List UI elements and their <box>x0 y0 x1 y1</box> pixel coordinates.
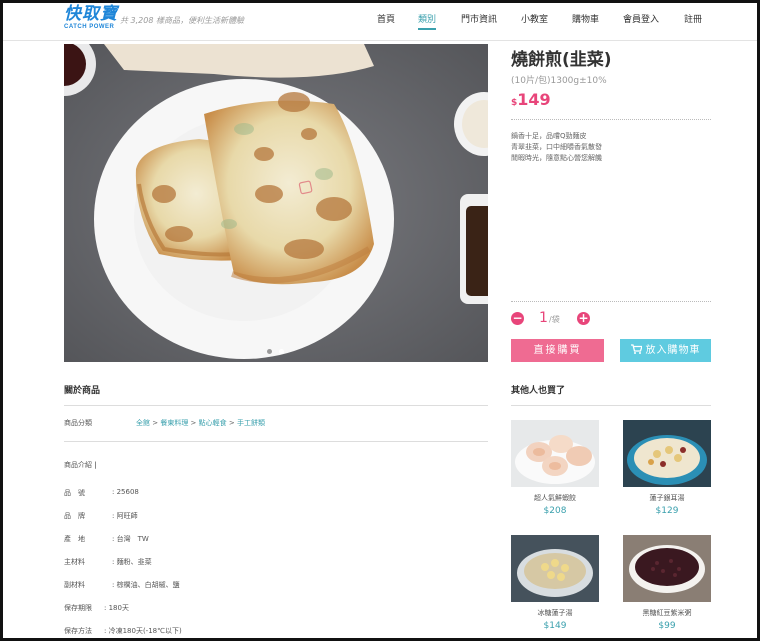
site-logo[interactable]: 快取寶 CATCH POWER <box>64 4 118 31</box>
product-card-price: $99 <box>658 621 676 631</box>
product-card-image[interactable] <box>511 420 599 487</box>
nav-category[interactable]: 類別 <box>418 12 437 30</box>
description-line: 鍋香十足，品嚐Q勁麵皮 <box>511 132 587 140</box>
spec-label: 品 牌 <box>64 512 85 520</box>
product-card-price: $208 <box>543 506 567 516</box>
product-name: 燒餅煎(韭菜) <box>511 50 612 70</box>
spec-label: 產 地 <box>64 535 85 543</box>
spec-value: : 台灣 TW <box>112 535 149 543</box>
category-divider <box>64 441 488 442</box>
minus-icon[interactable]: − <box>511 312 524 325</box>
spec-value: : 棕櫚油、白胡椒、鹽 <box>112 581 180 589</box>
product-price: $149 <box>511 90 551 109</box>
logo-subtext: CATCH POWER <box>64 24 115 30</box>
product-card-name[interactable]: 冰糖蓮子湯 <box>511 608 599 618</box>
add-to-cart-button[interactable]: 放入購物車 <box>620 339 711 362</box>
breadcrumb-item[interactable]: 全館 <box>136 419 150 427</box>
nav-stores[interactable]: 門市資訊 <box>461 12 497 25</box>
product-card-image[interactable] <box>623 535 711 602</box>
breadcrumb-item[interactable]: 手工餅類 <box>237 419 265 427</box>
product-card-name[interactable]: 超人氣鮮蝦餃 <box>511 493 599 503</box>
spec-label: 主材料 <box>64 558 85 566</box>
spec-value: : 麵粉、韭菜 <box>112 558 152 566</box>
product-card-name[interactable]: 蓮子銀耳湯 <box>623 493 711 503</box>
plus-icon[interactable]: + <box>577 312 590 325</box>
carousel-dot-1[interactable] <box>267 349 272 354</box>
nav-cart[interactable]: 購物車 <box>572 12 599 25</box>
quantity-unit: /袋 <box>549 315 560 324</box>
nav-classroom[interactable]: 小教室 <box>521 12 548 25</box>
nav-home[interactable]: 首頁 <box>377 12 395 25</box>
description-line: 青翠韭菜，口中細嚼香氣散發 <box>511 143 602 151</box>
intro-label: 商品介紹 | <box>64 461 97 469</box>
description-line: 閒暇時光，隨意點心營您解饑 <box>511 154 602 162</box>
buy-now-button[interactable]: 直接購買 <box>511 339 604 362</box>
site-tagline: 共 3,208 樣商品，便利生活新體驗 <box>120 16 244 25</box>
spec-value: : 180天 <box>104 604 129 612</box>
product-photo <box>64 44 488 362</box>
cart-icon <box>630 344 643 354</box>
spec-label: 副材料 <box>64 581 85 589</box>
product-description: 鍋香十足，品嚐Q勁麵皮 青翠韭菜，口中細嚼香氣散發 閒暇時光，隨意點心營您解饑 <box>511 131 602 164</box>
also-bought-divider <box>511 405 711 406</box>
breadcrumb: 全館 > 餐東料理 > 點心輕食 > 手工餅類 <box>136 419 265 427</box>
spec-label: 保存期限 <box>64 604 92 612</box>
quantity-value[interactable]: 1 <box>539 310 548 326</box>
price-amount: 149 <box>517 90 551 109</box>
product-spec: (10片/包)1300g±10% <box>511 76 607 86</box>
spec-value: : 冷凍180天(-18℃以下) <box>104 627 182 635</box>
qty-divider <box>511 301 711 302</box>
carousel-dot-2[interactable] <box>279 349 284 354</box>
logo-text: 快取寶 <box>64 4 118 24</box>
spec-label: 品 號 <box>64 489 85 497</box>
breadcrumb-item[interactable]: 點心輕食 <box>199 419 227 427</box>
spec-value: : 阿旺師 <box>112 512 138 520</box>
spec-label: 保存方法 <box>64 627 92 635</box>
nav-login[interactable]: 會員登入 <box>623 12 659 25</box>
product-card-image[interactable] <box>623 420 711 487</box>
product-card-name[interactable]: 黑糖紅豆紫米粥 <box>623 608 711 618</box>
category-label: 商品分類 <box>64 419 92 427</box>
product-image[interactable] <box>64 44 488 362</box>
also-bought-title: 其他人也買了 <box>511 386 566 396</box>
breadcrumb-item[interactable]: 餐東料理 <box>160 419 188 427</box>
info-divider <box>511 119 711 120</box>
spec-value: : 25608 <box>112 488 139 496</box>
product-card-image[interactable] <box>511 535 599 602</box>
product-card-price: $129 <box>655 506 679 516</box>
add-to-cart-label: 放入購物車 <box>645 345 701 356</box>
nav-register[interactable]: 註冊 <box>684 12 702 25</box>
product-card-price: $149 <box>543 621 567 631</box>
about-divider <box>64 405 488 406</box>
about-title: 關於商品 <box>64 386 101 396</box>
